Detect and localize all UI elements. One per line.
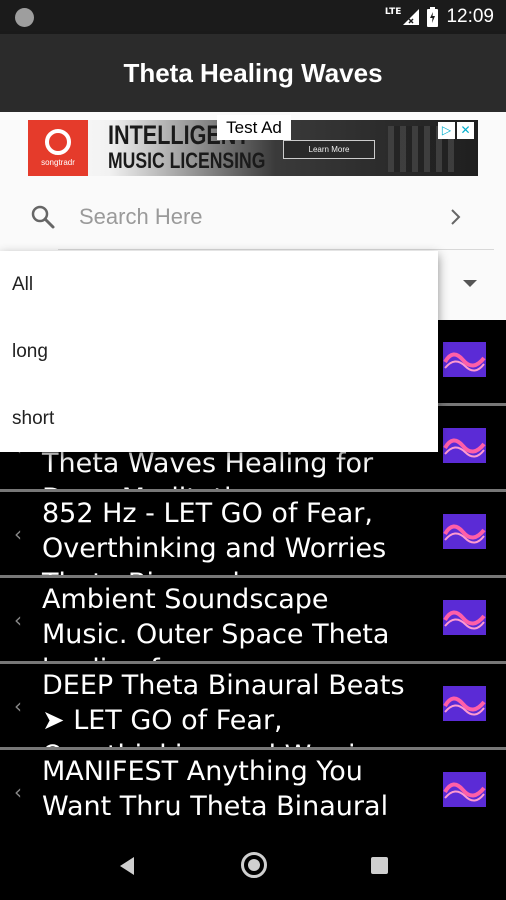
status-bar: LTE 12:09 bbox=[0, 0, 506, 34]
video-title: MANIFEST Anything You Want Thru Theta Bi… bbox=[42, 756, 389, 830]
video-title: DEEP Theta Binaural Beats ➤ LET GO of Fe… bbox=[42, 670, 405, 747]
notification-icon bbox=[15, 8, 34, 27]
video-thumbnail-icon bbox=[443, 600, 486, 635]
chevron-right-icon[interactable] bbox=[446, 205, 466, 229]
video-thumbnail-icon bbox=[443, 514, 486, 549]
dropdown-option-short[interactable]: short bbox=[0, 385, 438, 452]
ad-logo: songtradr bbox=[28, 120, 88, 176]
search-icon bbox=[31, 205, 55, 229]
list-item[interactable]: ‹ Ambient Soundscape Music. Outer Space … bbox=[0, 578, 506, 664]
status-icons: LTE 12:09 bbox=[385, 5, 494, 29]
test-ad-label: Test Ad bbox=[217, 115, 291, 140]
navigation-bar bbox=[0, 830, 506, 900]
video-thumbnail-icon bbox=[443, 342, 486, 377]
chevron-left-icon: ‹ bbox=[14, 694, 22, 718]
ad-cta-button[interactable]: Learn More bbox=[283, 140, 375, 159]
video-thumbnail-icon bbox=[443, 428, 486, 463]
close-icon[interactable]: ✕ bbox=[457, 122, 474, 139]
ad-choices-icon[interactable]: ▷ bbox=[438, 122, 455, 139]
video-title: 852 Hz - LET GO of Fear, Overthinking an… bbox=[42, 498, 387, 575]
battery-icon bbox=[427, 7, 439, 27]
app-bar: Theta Healing Waves bbox=[0, 34, 506, 112]
dropdown-arrow-icon[interactable] bbox=[463, 280, 477, 287]
search-input[interactable] bbox=[79, 200, 419, 234]
chevron-left-icon: ‹ bbox=[14, 608, 22, 632]
clock: 12:09 bbox=[446, 6, 494, 27]
ad-choices[interactable]: ▷ ✕ bbox=[438, 122, 474, 139]
list-item[interactable]: ‹ 852 Hz - LET GO of Fear, Overthinking … bbox=[0, 492, 506, 578]
home-icon[interactable] bbox=[241, 852, 267, 878]
back-icon[interactable] bbox=[118, 856, 136, 876]
search-divider bbox=[58, 249, 494, 250]
app-title: Theta Healing Waves bbox=[123, 57, 383, 88]
recents-icon[interactable] bbox=[371, 857, 388, 874]
dropdown-option-long[interactable]: long bbox=[0, 318, 438, 385]
video-thumbnail-icon bbox=[443, 686, 486, 721]
list-item[interactable]: ‹ DEEP Theta Binaural Beats ➤ LET GO of … bbox=[0, 664, 506, 750]
chevron-left-icon: ‹ bbox=[14, 522, 22, 546]
signal-icon bbox=[403, 9, 420, 25]
video-thumbnail-icon bbox=[443, 772, 486, 807]
search-bar bbox=[0, 192, 506, 242]
dropdown-option-all[interactable]: All bbox=[0, 251, 438, 318]
list-item[interactable]: ‹ MANIFEST Anything You Want Thru Theta … bbox=[0, 750, 506, 830]
video-title: Ambient Soundscape Music. Outer Space Th… bbox=[42, 584, 390, 661]
chevron-left-icon: ‹ bbox=[14, 780, 22, 804]
network-type: LTE bbox=[384, 7, 402, 17]
ad-logo-text: songtradr bbox=[41, 158, 75, 167]
songtradr-logo-icon bbox=[45, 129, 71, 155]
filter-dropdown: All long short bbox=[0, 251, 438, 452]
video-title: Theta Waves Healing for Deep Meditation bbox=[42, 448, 374, 489]
ad-headline-line2: MUSIC LICENSING bbox=[108, 148, 266, 173]
